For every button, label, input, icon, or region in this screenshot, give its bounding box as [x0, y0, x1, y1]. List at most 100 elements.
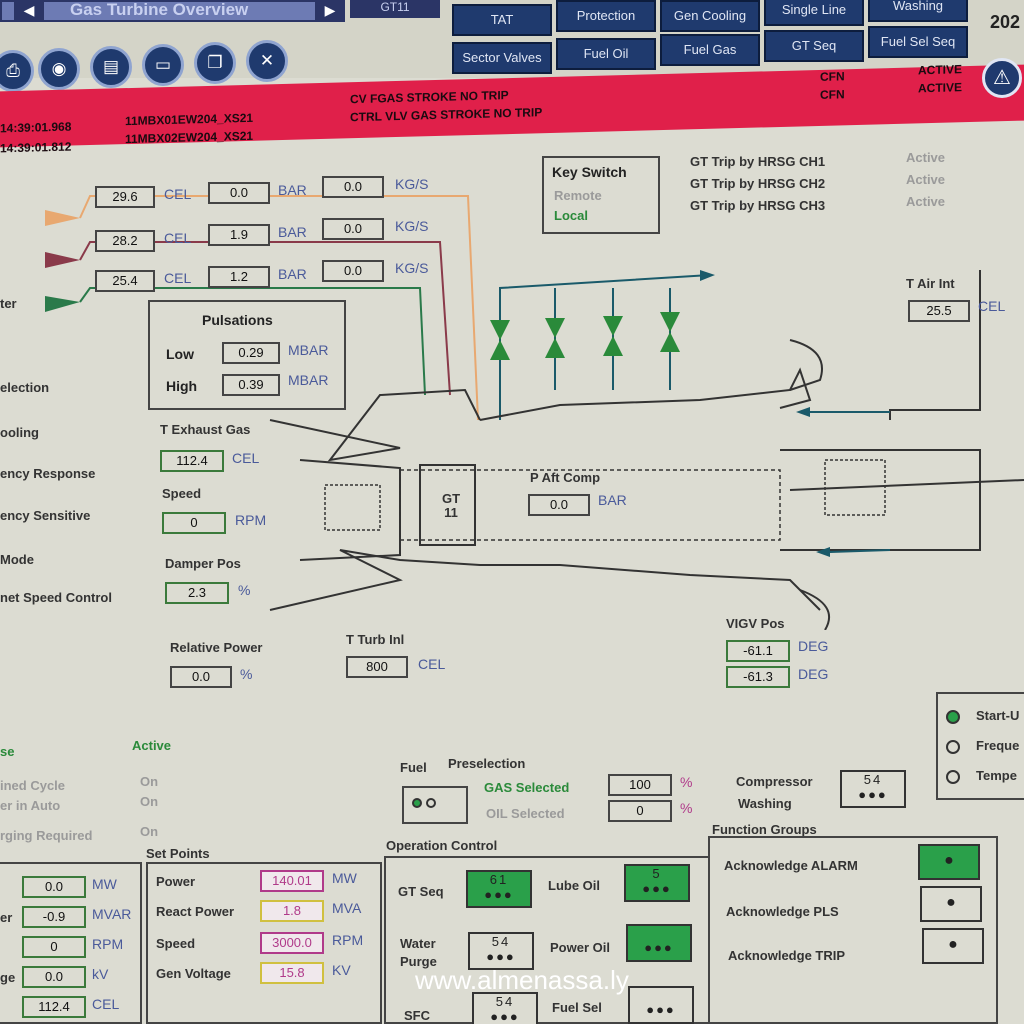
status-active: Active — [132, 738, 172, 753]
sfc-number: 54 — [495, 994, 515, 1009]
status-se-label: se — [0, 744, 15, 759]
document-icon[interactable]: ▤ — [90, 46, 132, 88]
setpoint-react-label: React Power — [156, 904, 235, 919]
dots-icon: ●●● — [646, 1002, 676, 1017]
fuel-gas-indicator — [412, 798, 422, 808]
mode-temperature-radio[interactable] — [946, 770, 960, 784]
menu-sector-valves[interactable]: Sector Valves — [452, 42, 552, 74]
status-auto-value: On — [140, 794, 159, 809]
warning-icon[interactable]: ⚠ — [982, 58, 1022, 98]
tools-icon[interactable]: ✕ — [246, 40, 288, 82]
gen-react-value: -0.9 — [22, 906, 86, 928]
key-switch-remote: Remote — [554, 188, 602, 203]
setpoint-power-value[interactable]: 140.01 — [260, 870, 324, 892]
t-air-int-label: T Air Int — [906, 276, 955, 291]
setpoint-speed-value[interactable]: 3000.0 — [260, 932, 324, 954]
pulsations-low-label: Low — [166, 346, 194, 362]
menu-protection[interactable]: Protection — [556, 0, 656, 32]
ack-pls-button[interactable]: ● — [920, 886, 982, 922]
hrsg-ch2-state: Active — [906, 172, 946, 187]
operation-control-title: Operation Control — [386, 838, 498, 853]
gen-react-label: er — [0, 910, 13, 925]
key-switch-title: Key Switch — [552, 164, 627, 180]
setpoint-react-unit: MVA — [332, 900, 362, 916]
power-oil-button[interactable]: ●●● — [626, 924, 692, 962]
gt-core-label: GT 11 — [441, 491, 461, 520]
fuel-selector[interactable] — [402, 786, 468, 824]
sfc-button[interactable]: 54 ●●● — [472, 992, 538, 1024]
gas-selected-label: GAS Selected — [484, 780, 570, 795]
status-combined-cycle-value: On — [140, 774, 159, 789]
lube-oil-label: Lube Oil — [548, 878, 600, 893]
forward-button[interactable]: ▶ — [315, 0, 345, 22]
key-switch-local: Local — [554, 208, 588, 223]
menu-fuel-oil[interactable]: Fuel Oil — [556, 38, 656, 70]
ack-trip-button[interactable]: ● — [922, 928, 984, 964]
dots-icon: ●●● — [644, 940, 674, 955]
fuel-sel-button[interactable]: ●●● — [628, 986, 694, 1024]
dots-icon: ●●● — [490, 1009, 520, 1024]
turb-inl-label: T Turb Inl — [346, 632, 405, 647]
gen-voltage-label: ge — [0, 970, 16, 985]
setpoint-react-value[interactable]: 1.8 — [260, 900, 324, 922]
gen-react-unit: MVAR — [92, 906, 132, 922]
washing-label: Washing — [738, 796, 792, 811]
lube-oil-button[interactable]: 5 ●●● — [624, 864, 690, 902]
pulsations-low-value: 0.29 — [222, 342, 280, 364]
vigv-value-2: -61.3 — [726, 666, 790, 688]
inlet3-flow-unit: KG/S — [395, 260, 429, 276]
speed-unit: RPM — [235, 512, 267, 528]
alarm-tag-2: 11MBX02EW204_XS21 — [125, 128, 254, 147]
fuel-label: Fuel — [400, 760, 427, 775]
mode-frequency-label: Freque — [976, 738, 1020, 753]
camera-icon[interactable]: ◉ — [38, 48, 80, 90]
dots-icon: ●●● — [642, 881, 672, 896]
compressor-washing-button[interactable]: 54 ●●● — [840, 770, 906, 808]
menu-gt-seq[interactable]: GT Seq — [764, 30, 864, 62]
mode-startup-radio[interactable] — [946, 710, 960, 724]
inlet1-temp: 29.6 — [95, 186, 155, 208]
inlet2-flow: 0.0 — [322, 218, 384, 240]
gt-selector[interactable]: GT11 — [350, 0, 440, 18]
damper-unit: % — [238, 582, 251, 598]
inlet2-pressure-unit: BAR — [278, 224, 307, 240]
oil-selected-value: 0 — [608, 800, 672, 822]
operation-control-panel: GT Seq 61 ●●● Lube Oil 5 ●●● Water Purge… — [384, 856, 710, 1024]
menu-gen-cooling[interactable]: Gen Cooling — [660, 0, 760, 32]
back-button[interactable]: ◀ — [14, 0, 44, 22]
dots-icon: ●●● — [858, 787, 888, 802]
relative-power-value: 0.0 — [170, 666, 232, 688]
inlet1-flow-unit: KG/S — [395, 176, 429, 192]
menu-washing[interactable]: Washing — [868, 0, 968, 22]
status-combined-cycle-label: ined Cycle — [0, 778, 66, 793]
water-label: Water — [400, 936, 436, 951]
alarm-state-2: ACTIVE — [918, 80, 963, 96]
gas-selected-unit: % — [680, 774, 693, 790]
turb-inl-value: 800 — [346, 656, 408, 678]
p-aft-comp-label: P Aft Comp — [530, 470, 601, 485]
hrsg-ch1-label: GT Trip by HRSG CH1 — [690, 154, 826, 169]
gas-selected-value: 100 — [608, 774, 672, 796]
windows-icon[interactable]: ❐ — [194, 42, 236, 84]
setpoints-title: Set Points — [146, 846, 210, 861]
oil-selected-unit: % — [680, 800, 693, 816]
p-aft-comp-unit: BAR — [598, 492, 627, 508]
menu-tat[interactable]: TAT — [452, 4, 552, 36]
printer-icon[interactable]: ⎙ — [0, 50, 34, 92]
menu-fuel-gas[interactable]: Fuel Gas — [660, 34, 760, 66]
setpoint-voltage-label: Gen Voltage — [156, 966, 231, 981]
inlet3-temp-unit: CEL — [164, 270, 192, 286]
ack-alarm-label: Acknowledge ALARM — [724, 858, 858, 873]
menu-single-line[interactable]: Single Line — [764, 0, 864, 26]
pulsations-title: Pulsations — [202, 312, 273, 328]
left-label-freq-response: ency Response — [0, 466, 96, 481]
gt-seq-button[interactable]: 61 ●●● — [466, 870, 532, 908]
monitor-icon[interactable]: ▭ — [142, 44, 184, 86]
ack-alarm-button[interactable]: ● — [918, 844, 980, 880]
setpoint-voltage-value[interactable]: 15.8 — [260, 962, 324, 984]
inlet2-flow-unit: KG/S — [395, 218, 429, 234]
gen-temp-value: 112.4 — [22, 996, 86, 1018]
mode-frequency-radio[interactable] — [946, 740, 960, 754]
menu-fuel-sel-seq[interactable]: Fuel Sel Seq — [868, 26, 968, 58]
pulsations-high-unit: MBAR — [288, 372, 329, 388]
